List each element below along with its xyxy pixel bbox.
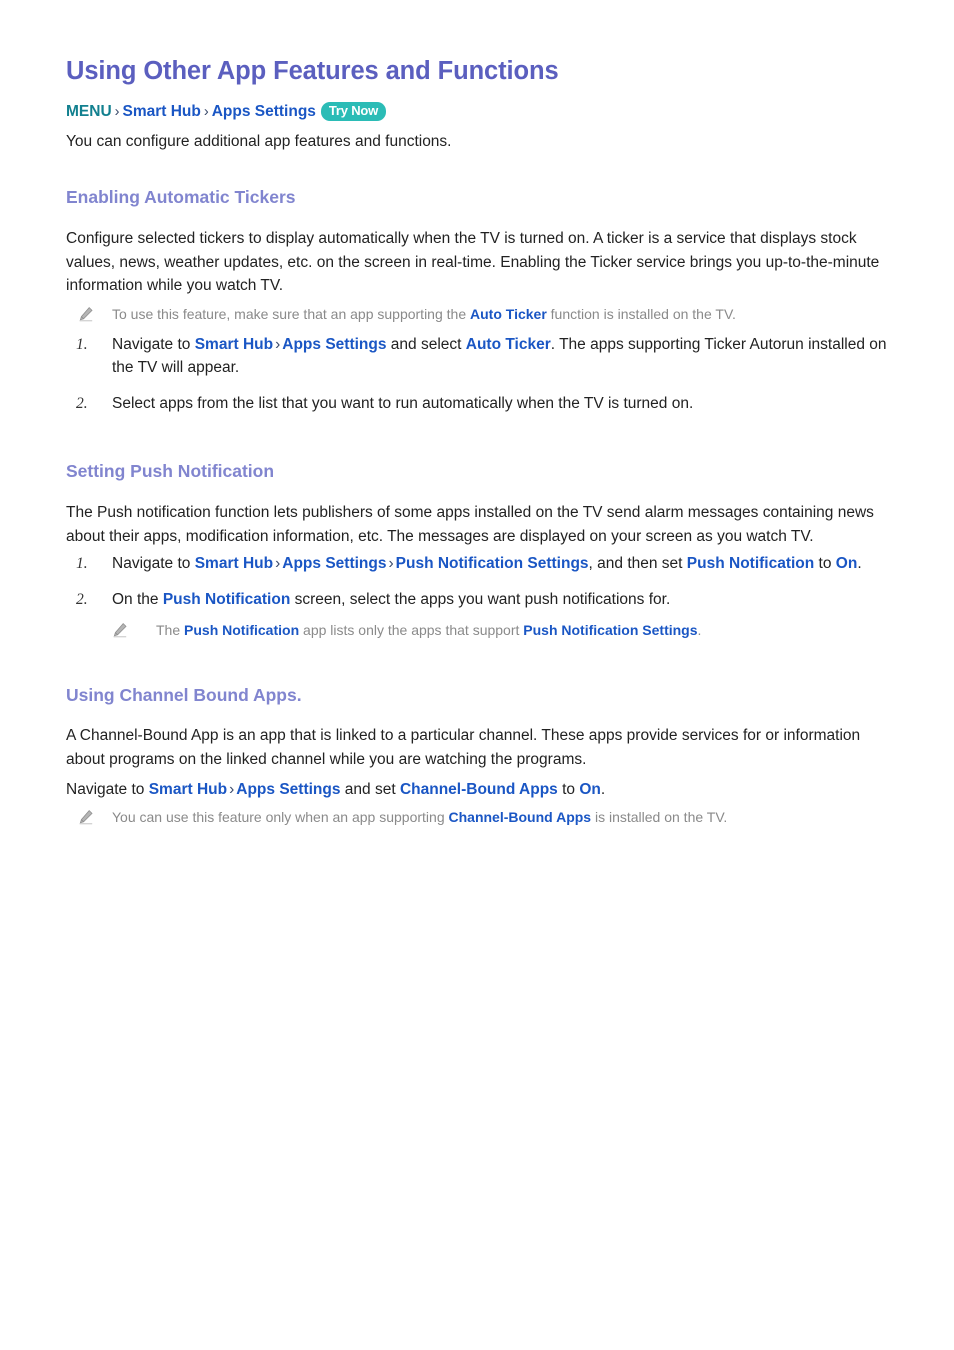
keyword-smart-hub: Smart Hub [148,780,228,798]
intro-paragraph: You can configure additional app feature… [66,133,452,151]
note-text-part: app lists only the apps that support [299,621,524,638]
text-part: Navigate to [112,335,195,353]
list-item-text: Navigate to Smart Hub › Apps Settings › Push… [112,555,862,572]
note-keyword-auto-ticker: Auto Ticker [470,305,547,322]
text-part: . [600,780,606,798]
text-part: screen, select the apps you want push no… [290,590,671,608]
breadcrumb: MENU › Smart Hub › Apps Settings Try Now [66,101,888,123]
list-item: 2. Select apps from the list that you wa… [66,392,888,416]
text-part: . [857,555,862,573]
note-text-part: The [156,621,185,638]
note-text: You can use this feature only when an ap… [112,809,727,825]
note-text-part: To use this feature, make sure that an a… [112,305,470,322]
section-using-channel-bound-apps: Using Channel Bound Apps. A Channel-Boun… [66,685,888,829]
list-item-number: 2. [76,590,88,608]
keyword-push-notification: Push Notification [686,555,815,573]
list-item: 1. Navigate to Smart Hub › Apps Settings › P… [66,552,888,576]
text-part: and select [386,335,466,353]
note-text-part: . [697,621,702,638]
breadcrumb-item-apps-settings[interactable]: Apps Settings [212,103,316,120]
note-keyword-push-notification-settings: Push Notification Settings [523,621,698,638]
section-heading: Enabling Automatic Tickers [66,187,296,208]
note-row: To use this feature, make sure that an a… [66,304,888,325]
separator-icon: › [229,780,235,798]
list-item-number: 1. [76,555,88,573]
keyword-push-notification-settings: Push Notification Settings [395,555,589,573]
text-part: and set [340,780,400,798]
keyword-on: On [835,555,858,573]
text-part: Navigate to [112,555,195,573]
pencil-icon [113,622,127,637]
breadcrumb-separator-icon: › [203,103,209,120]
page-title: Using Other App Features and Functions [66,57,559,85]
separator-icon: › [275,555,281,573]
breadcrumb-item-smart-hub[interactable]: Smart Hub [122,103,200,120]
note-text-part: You can use this feature only when an ap… [112,809,449,826]
list-item: 2. On the Push Notification screen, sele… [66,588,888,612]
section-heading: Setting Push Notification [66,461,275,482]
text-part: Navigate to [66,780,149,798]
text-part: to [557,780,580,798]
section-heading: Using Channel Bound Apps. [66,684,302,705]
note-row: The Push Notification app lists only the… [66,620,888,641]
note-row: You can use this feature only when an ap… [66,807,888,828]
text-part: On the [112,590,163,608]
list-item-number: 1. [76,335,88,353]
keyword-auto-ticker: Auto Ticker [465,335,551,353]
note-text: To use this feature, make sure that an a… [112,306,736,322]
keyword-on: On [579,780,601,798]
list-item-text: Navigate to Smart Hub › Apps Settings and … [112,336,887,377]
steps-list: 1. Navigate to Smart Hub › Apps Settings a… [66,333,888,416]
section-enabling-automatic-tickers: Enabling Automatic Tickers Configure sel… [66,187,888,415]
list-item-text: On the Push Notification screen, select … [112,591,670,608]
keyword-push-notification: Push Notification [162,590,291,608]
section-paragraph: The Push notification function lets publ… [66,504,874,545]
navigation-instruction: Navigate to Smart Hub › Apps Settings and … [66,778,888,802]
try-now-badge[interactable]: Try Now [320,101,387,121]
section-paragraph: A Channel-Bound App is an app that is li… [66,727,861,768]
breadcrumb-menu-label: MENU [66,102,112,120]
document-page: Using Other App Features and Functions M… [0,0,954,1350]
keyword-channel-bound-apps: Channel-Bound Apps [399,780,558,798]
separator-icon: › [275,335,281,353]
section-setting-push-notification: Setting Push Notification The Push notif… [66,461,888,640]
separator-icon: › [388,555,394,573]
list-item-number: 2. [76,394,88,412]
note-keyword-push-notification: Push Notification [184,621,300,638]
keyword-apps-settings: Apps Settings [282,335,387,353]
list-item: 1. Navigate to Smart Hub › Apps Settings a… [66,333,888,380]
text-part: to [814,555,836,573]
steps-list: 1. Navigate to Smart Hub › Apps Settings › P… [66,552,888,611]
note-text: The Push Notification app lists only the… [156,622,701,638]
keyword-smart-hub: Smart Hub [194,555,274,573]
text-part: , and then set [588,555,687,573]
breadcrumb-separator-icon: › [114,103,120,120]
pencil-icon [79,306,93,322]
note-text-part: is installed on the TV. [591,809,728,826]
list-item-text: Select apps from the list that you want … [112,394,694,412]
keyword-apps-settings: Apps Settings [236,780,341,798]
section-paragraph: Configure selected tickers to display au… [66,230,880,295]
keyword-apps-settings: Apps Settings [282,555,387,573]
pencil-icon [79,810,93,825]
keyword-smart-hub: Smart Hub [194,335,274,353]
note-keyword-channel-bound-apps: Channel-Bound Apps [448,809,592,826]
note-text-part: function is installed on the TV. [546,305,736,322]
